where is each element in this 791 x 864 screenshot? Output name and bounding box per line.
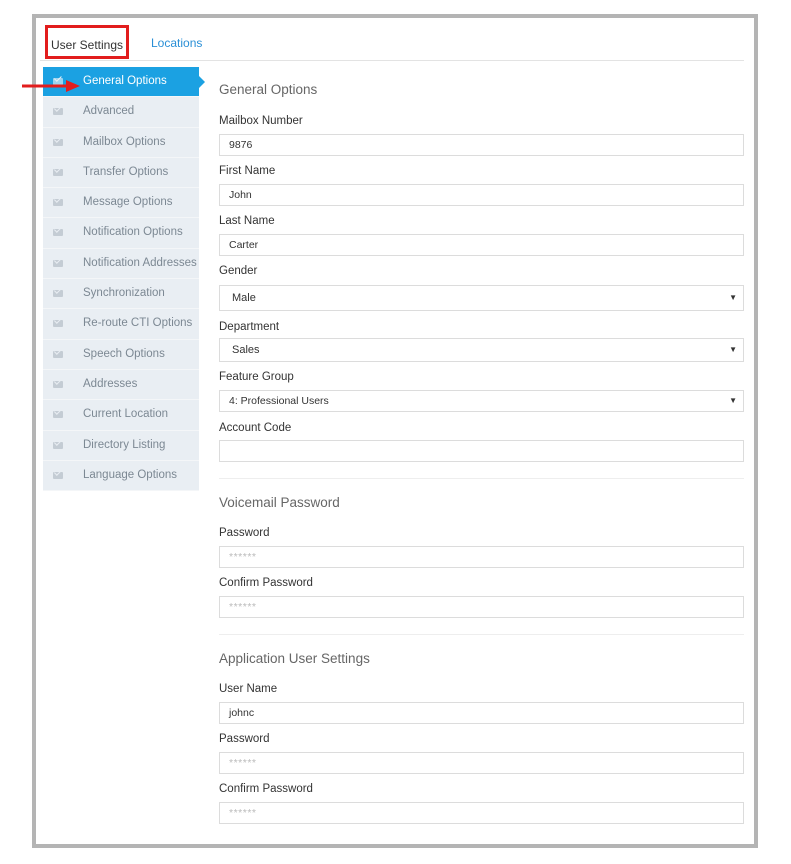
gender-select-value: Male (232, 292, 256, 304)
arrow-right-icon (22, 80, 80, 92)
sidebar-item-notification-options[interactable]: Notification Options (43, 218, 199, 249)
sidebar-item-notification-addresses[interactable]: Notification Addresses (43, 248, 199, 280)
sidebar-item-advanced[interactable]: Advanced (43, 97, 199, 128)
tab-locations[interactable]: Locations (151, 36, 202, 50)
envelope-icon (53, 290, 63, 298)
sidebar-item-label: Synchronization (83, 287, 165, 300)
envelope-icon (53, 411, 63, 419)
first-name-field[interactable]: John (219, 184, 744, 206)
user-name-field[interactable]: johnc (219, 702, 744, 724)
sidebar-item-mailbox-options[interactable]: Mailbox Options (43, 127, 199, 158)
sidebar-item-label: General Options (83, 75, 167, 87)
account-code-field[interactable] (219, 440, 744, 462)
sidebar-item-label: Message Options (83, 196, 173, 209)
envelope-icon (53, 320, 63, 328)
voicemail-confirm-password-field[interactable]: ****** (219, 596, 744, 618)
gender-label: Gender (219, 265, 258, 277)
gender-select[interactable]: Male ▼ (219, 285, 744, 311)
envelope-icon (53, 350, 63, 358)
user-name-label: User Name (219, 683, 278, 695)
section-divider (219, 634, 744, 635)
sidebar-item-label: Mailbox Options (83, 135, 166, 148)
caret-down-icon: ▼ (729, 293, 737, 302)
sidebar-item-transfer-options[interactable]: Transfer Options (43, 157, 199, 189)
tab-bar: User Settings Locations (40, 22, 744, 61)
app-password-field[interactable]: ****** (219, 752, 744, 774)
feature-group-select-value: 4: Professional Users (229, 395, 329, 407)
sidebar-item-label: Transfer Options (83, 165, 169, 178)
envelope-icon (53, 259, 63, 267)
sidebar-item-current-location[interactable]: Current Location (43, 400, 199, 431)
app-password-label: Password (219, 733, 270, 745)
sidebar-item-addresses[interactable]: Addresses (43, 369, 199, 401)
department-select-value: Sales (232, 344, 260, 356)
sidebar-item-label: Speech Options (83, 347, 165, 360)
voicemail-password-label: Password (219, 527, 270, 539)
caret-down-icon: ▼ (729, 345, 737, 354)
section-title-general: General Options (219, 82, 318, 97)
sidebar-item-label: Re-route CTI Options (83, 317, 193, 330)
sidebar-item-label: Addresses (83, 377, 138, 390)
app-confirm-password-field[interactable]: ****** (219, 802, 744, 824)
sidebar: General Options Advanced Mailbox Options… (43, 67, 205, 492)
first-name-label: First Name (219, 165, 276, 177)
sidebar-item-label: Current Location (83, 408, 169, 421)
account-code-label: Account Code (219, 422, 292, 434)
envelope-icon (53, 441, 63, 449)
envelope-icon (53, 199, 63, 207)
sidebar-item-language-options[interactable]: Language Options (43, 460, 199, 492)
envelope-icon (53, 138, 63, 146)
sidebar-item-label: Language Options (83, 468, 177, 481)
sidebar-item-directory-listing[interactable]: Directory Listing (43, 430, 199, 461)
sidebar-item-label: Notification Options (83, 226, 183, 239)
sidebar-item-speech-options[interactable]: Speech Options (43, 339, 199, 370)
sidebar-item-label: Directory Listing (83, 438, 166, 451)
department-label: Department (219, 321, 280, 333)
caret-down-icon: ▼ (729, 396, 737, 405)
app-confirm-password-label: Confirm Password (219, 783, 313, 795)
sidebar-item-message-options[interactable]: Message Options (43, 188, 199, 219)
department-select[interactable]: Sales ▼ (219, 338, 744, 362)
last-name-label: Last Name (219, 215, 275, 227)
envelope-icon (53, 471, 63, 479)
section-title-voicemail: Voicemail Password (219, 495, 340, 510)
sidebar-item-label: Advanced (83, 105, 135, 118)
envelope-icon (53, 108, 63, 116)
sidebar-item-reroute-cti-options[interactable]: Re-route CTI Options (43, 309, 199, 340)
feature-group-select[interactable]: 4: Professional Users ▼ (219, 390, 744, 412)
section-title-application-user: Application User Settings (219, 651, 370, 666)
envelope-icon (53, 380, 63, 388)
sidebar-item-label: Notification Addresses (83, 256, 197, 269)
sidebar-item-synchronization[interactable]: Synchronization (43, 279, 199, 310)
feature-group-label: Feature Group (219, 371, 294, 383)
envelope-icon (53, 168, 63, 176)
envelope-icon (53, 229, 63, 237)
mailbox-number-label: Mailbox Number (219, 115, 303, 127)
section-divider (219, 478, 744, 479)
tab-user-settings[interactable]: User Settings (45, 25, 129, 59)
voicemail-password-field[interactable]: ****** (219, 546, 744, 568)
last-name-field[interactable]: Carter (219, 234, 744, 256)
voicemail-confirm-password-label: Confirm Password (219, 577, 313, 589)
mailbox-number-field[interactable]: 9876 (219, 134, 744, 156)
